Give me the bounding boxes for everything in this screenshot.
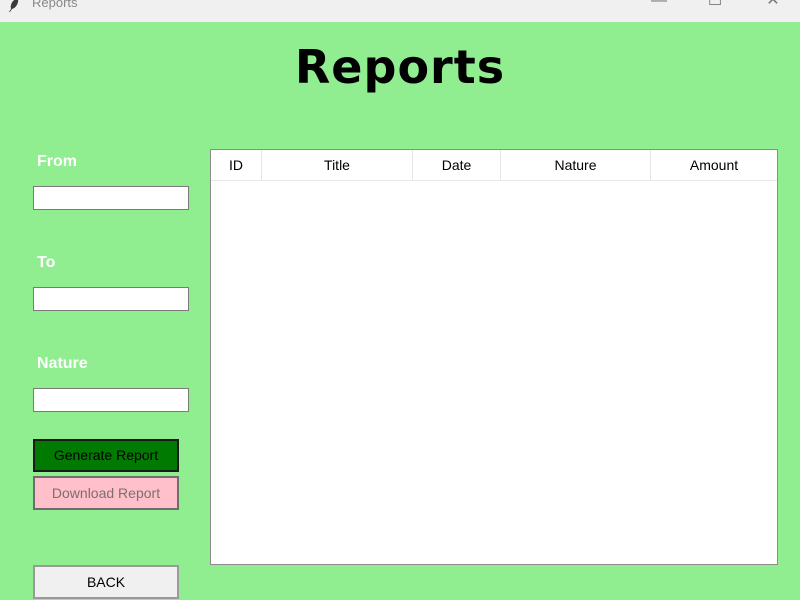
column-header-amount[interactable]: Amount bbox=[651, 150, 777, 180]
window-titlebar: Reports — ☐ ✕ bbox=[0, 0, 800, 22]
generate-report-button[interactable]: Generate Report bbox=[33, 439, 179, 472]
from-input[interactable] bbox=[33, 186, 189, 210]
window-title: Reports bbox=[32, 0, 78, 10]
from-label: From bbox=[37, 153, 77, 170]
maximize-button[interactable]: ☐ bbox=[692, 0, 738, 20]
back-button[interactable]: BACK bbox=[33, 565, 179, 599]
column-header-id[interactable]: ID bbox=[211, 150, 262, 180]
to-label: To bbox=[37, 254, 56, 271]
nature-label: Nature bbox=[37, 355, 88, 372]
feather-icon bbox=[9, 0, 19, 12]
to-input[interactable] bbox=[33, 287, 189, 311]
download-report-button[interactable]: Download Report bbox=[33, 476, 179, 510]
table-header: ID Title Date Nature Amount bbox=[211, 150, 777, 181]
close-button[interactable]: ✕ bbox=[750, 0, 796, 20]
column-header-nature[interactable]: Nature bbox=[501, 150, 651, 180]
column-header-title[interactable]: Title bbox=[262, 150, 413, 180]
report-table[interactable]: ID Title Date Nature Amount bbox=[210, 149, 778, 565]
column-header-date[interactable]: Date bbox=[413, 150, 501, 180]
nature-input[interactable] bbox=[33, 388, 189, 412]
page-title: Reports bbox=[294, 40, 506, 94]
minimize-button[interactable]: — bbox=[636, 0, 682, 20]
table-body bbox=[211, 181, 777, 564]
